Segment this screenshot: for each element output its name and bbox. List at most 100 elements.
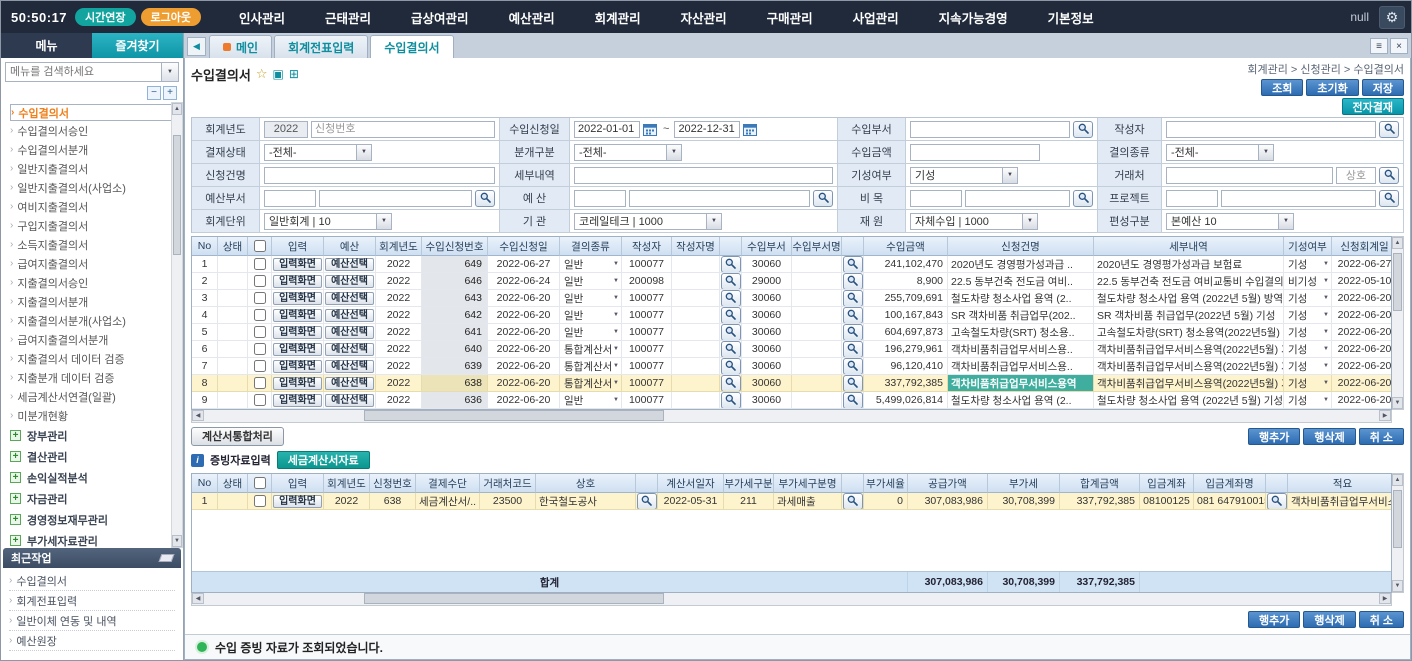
plus-icon[interactable]: + xyxy=(10,493,21,504)
sidebar-scrollbar[interactable]: ▲ ▼ xyxy=(171,102,183,548)
column-header[interactable]: 합계금액 xyxy=(1060,474,1140,493)
filter-select[interactable]: 코레일테크 | 1000▼ xyxy=(574,213,722,230)
row-checkbox[interactable] xyxy=(254,326,266,338)
budget-select-button[interactable]: 예산선택 xyxy=(325,275,374,288)
row-checkbox[interactable] xyxy=(254,292,266,304)
plus-icon[interactable]: + xyxy=(10,535,21,546)
column-header[interactable]: 계산서일자 xyxy=(658,474,724,493)
cell-select[interactable]: 기성▼ xyxy=(1284,392,1332,409)
column-header[interactable]: 부가세율 xyxy=(864,474,908,493)
sidebar-menu-item[interactable]: ›구입지출결의서 xyxy=(10,216,183,235)
calendar-icon[interactable] xyxy=(642,121,658,137)
column-header[interactable] xyxy=(842,237,864,256)
column-header[interactable]: No xyxy=(192,474,218,493)
top-menu-item[interactable]: 사업관리 xyxy=(853,8,899,27)
favorite-star-icon[interactable]: ☆ xyxy=(256,66,268,82)
filter-input[interactable] xyxy=(574,190,626,207)
sidebar-menu-item[interactable]: ›소득지출결의서 xyxy=(10,235,183,254)
sidebar-menu-item[interactable]: ›미분개현황 xyxy=(10,406,183,425)
search-lookup-button[interactable] xyxy=(843,392,863,409)
recent-task-item[interactable]: ›일반이체 연동 및 내역 xyxy=(9,611,175,631)
search-lookup-button[interactable] xyxy=(721,256,741,273)
column-header[interactable]: 세부내역 xyxy=(1094,237,1284,256)
search-lookup-button[interactable] xyxy=(1379,121,1399,138)
search-lookup-button[interactable] xyxy=(721,341,741,358)
filter-input[interactable] xyxy=(264,121,308,138)
sidebar-tree-node[interactable]: +경영정보재무관리 xyxy=(10,509,183,530)
search-lookup-button[interactable] xyxy=(721,375,741,392)
search-lookup-button[interactable] xyxy=(813,190,833,207)
column-header[interactable]: 입금계좌명 xyxy=(1194,474,1266,493)
cell-select[interactable]: 비기성▼ xyxy=(1284,273,1332,290)
query-button[interactable]: 조회 xyxy=(1261,79,1303,96)
cell-select[interactable]: 일반▼ xyxy=(560,307,622,324)
filter-input[interactable] xyxy=(264,167,495,184)
search-lookup-button[interactable] xyxy=(843,307,863,324)
filter-input[interactable] xyxy=(319,190,472,207)
column-header[interactable] xyxy=(720,237,742,256)
e-approval-button[interactable]: 전자결재 xyxy=(1342,98,1404,115)
scroll-right-arrow[interactable]: ▶ xyxy=(1379,593,1391,604)
column-header[interactable]: 수입부서명 xyxy=(792,237,842,256)
column-header[interactable]: 부가세 xyxy=(988,474,1060,493)
filter-select[interactable]: 기성▼ xyxy=(910,167,1018,184)
input-screen-button[interactable]: 입력화면 xyxy=(273,326,322,339)
column-header[interactable] xyxy=(842,474,864,493)
top-menu-item[interactable]: 인사관리 xyxy=(239,8,285,27)
column-header[interactable]: 부가세구분명 xyxy=(774,474,842,493)
sidebar-tree-node[interactable]: +결산관리 xyxy=(10,446,183,467)
search-dropdown-button[interactable]: ▼ xyxy=(161,63,178,81)
sidebar-menu-item[interactable]: ›급여지출결의서 xyxy=(10,254,183,273)
column-header[interactable]: 입력 xyxy=(272,474,324,493)
budget-select-button[interactable]: 예산선택 xyxy=(325,394,374,407)
cell-select[interactable]: 기성▼ xyxy=(1284,290,1332,307)
row-checkbox[interactable] xyxy=(254,258,266,270)
cell-select[interactable]: 일반▼ xyxy=(560,392,622,409)
window-list-button[interactable]: ≡ xyxy=(1370,38,1388,54)
eraser-icon[interactable] xyxy=(159,554,175,562)
column-header[interactable] xyxy=(1266,474,1288,493)
filter-input[interactable] xyxy=(910,190,962,207)
filter-select[interactable]: -전체-▼ xyxy=(1166,144,1274,161)
cell-select[interactable]: 기성▼ xyxy=(1284,307,1332,324)
input-screen-button[interactable]: 입력화면 xyxy=(273,394,322,407)
filter-input[interactable] xyxy=(1336,167,1376,184)
plus-icon[interactable]: + xyxy=(10,430,21,441)
column-header[interactable]: 상호 xyxy=(536,474,636,493)
input-screen-button[interactable]: 입력화면 xyxy=(273,377,322,390)
scroll-down-arrow[interactable]: ▼ xyxy=(1392,580,1403,592)
search-lookup-button[interactable] xyxy=(843,341,863,358)
column-header[interactable]: 작성자 xyxy=(622,237,672,256)
sidebar-tab-menu[interactable]: 메뉴 xyxy=(1,33,92,58)
new-window-icon[interactable]: ⊞ xyxy=(289,67,299,81)
column-header[interactable]: 예산 xyxy=(324,237,376,256)
plus-icon[interactable]: + xyxy=(10,514,21,525)
filter-select[interactable]: 본예산 10▼ xyxy=(1166,213,1294,230)
column-header[interactable]: 작성자명 xyxy=(672,237,720,256)
sidebar-menu-item[interactable]: ›지출분개 데이터 검증 xyxy=(10,368,183,387)
table-row[interactable]: 9입력화면예산선택20226362022-06-20일반▼10007730060… xyxy=(192,392,1391,409)
input-screen-button[interactable]: 입력화면 xyxy=(273,495,322,508)
sidebar-menu-item[interactable]: ›세금계산서연결(일괄) xyxy=(10,387,183,406)
filter-select[interactable]: -전체-▼ xyxy=(574,144,682,161)
column-header[interactable]: 입력 xyxy=(272,237,324,256)
cell-select[interactable]: 기성▼ xyxy=(1284,341,1332,358)
column-header[interactable]: 수입신청일 xyxy=(488,237,560,256)
cell-select[interactable]: 기성▼ xyxy=(1284,324,1332,341)
row-checkbox[interactable] xyxy=(254,394,266,406)
add-row-button[interactable]: 행추가 xyxy=(1248,428,1300,445)
menu-search-input[interactable] xyxy=(6,63,161,81)
scroll-down-arrow[interactable]: ▼ xyxy=(1392,397,1403,409)
table-row[interactable]: 7입력화면예산선택20226392022-06-20통합계산서▼10007730… xyxy=(192,358,1391,375)
top-menu-item[interactable]: 구매관리 xyxy=(767,8,813,27)
search-lookup-button[interactable] xyxy=(721,307,741,324)
recent-task-item[interactable]: ›회계전표입력 xyxy=(9,591,175,611)
sidebar-menu-item[interactable]: ›일반지출결의서(사업소) xyxy=(10,178,183,197)
search-lookup-button[interactable] xyxy=(1379,190,1399,207)
close-button[interactable]: × xyxy=(1390,38,1408,54)
budget-select-button[interactable]: 예산선택 xyxy=(325,326,374,339)
top-menu-item[interactable]: 근태관리 xyxy=(325,8,371,27)
search-lookup-button[interactable] xyxy=(1073,190,1093,207)
filter-input[interactable] xyxy=(910,121,1070,138)
input-screen-button[interactable]: 입력화면 xyxy=(273,360,322,373)
